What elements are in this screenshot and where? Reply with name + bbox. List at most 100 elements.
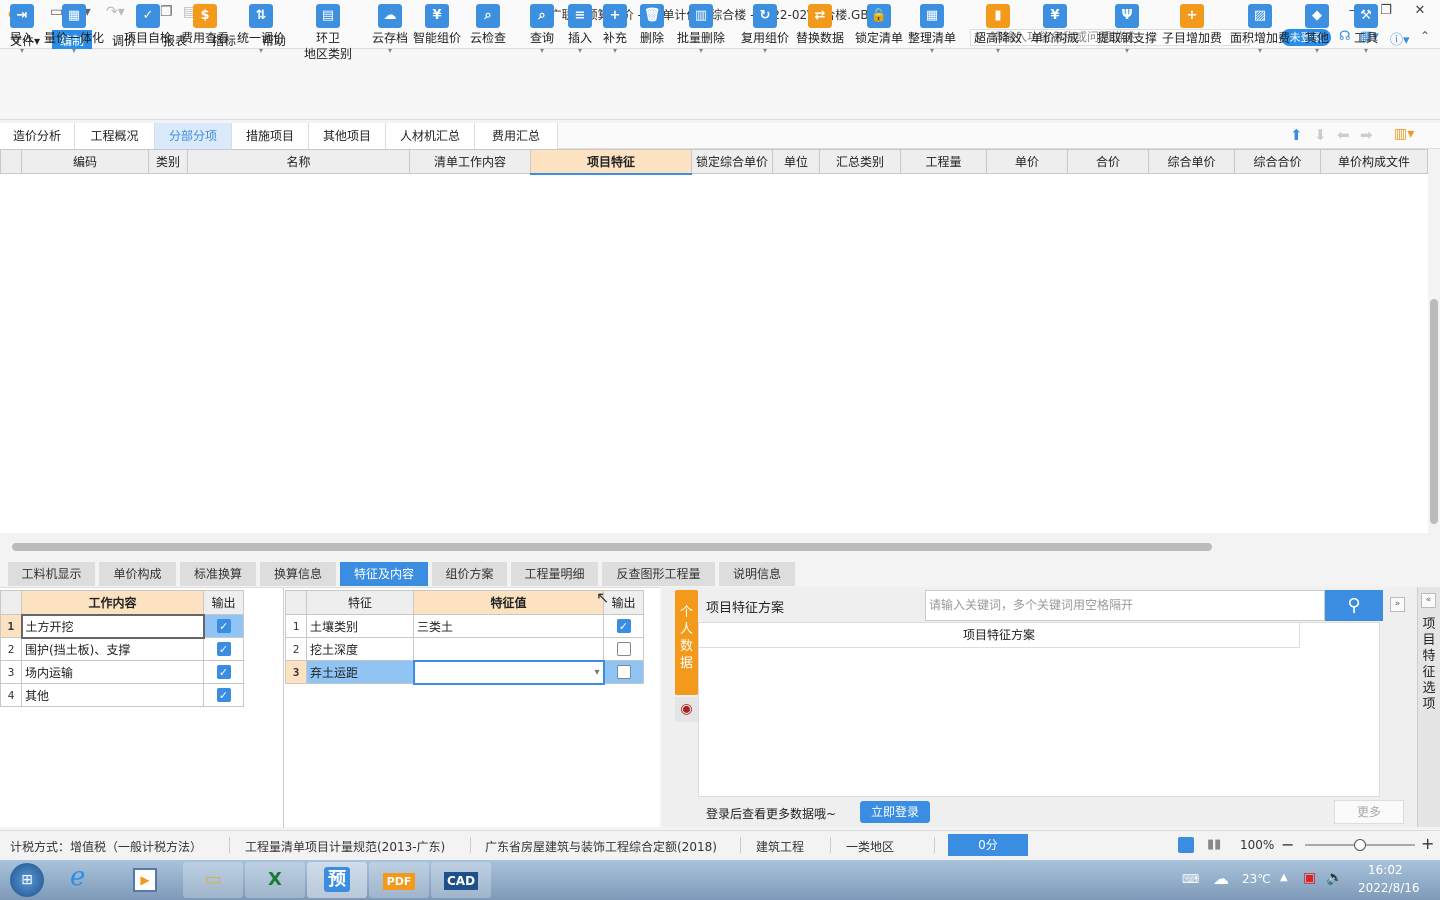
- col-header-price-file[interactable]: 单价构成文件: [1320, 149, 1428, 174]
- wc-output-cell[interactable]: ✓: [203, 614, 244, 638]
- work-content-row[interactable]: 1 土方开挖 ✓: [0, 613, 244, 639]
- ribbon-unified-price-button[interactable]: ⇅ 统一调价 ▾: [237, 4, 285, 56]
- ribbon-high-rise-button[interactable]: ▮ 超高降效 ▾: [974, 4, 1022, 56]
- dropdown-arrow-icon[interactable]: ▾: [1354, 46, 1378, 56]
- ribbon-fee-view-button[interactable]: $ 费用查看: [181, 4, 229, 46]
- volume-icon[interactable]: 🔈: [1326, 870, 1343, 886]
- wc-output-cell[interactable]: ✓: [203, 683, 244, 707]
- weather-temp[interactable]: 23℃: [1242, 872, 1271, 886]
- ribbon-replace-data-button[interactable]: ⇄ 替换数据: [796, 4, 844, 46]
- dropdown-arrow-icon[interactable]: ▾: [372, 46, 408, 56]
- ribbon-organize-button[interactable]: ▦ 整理清单 ▾: [908, 4, 956, 56]
- col-header-lock-price[interactable]: 锁定综合单价: [691, 149, 773, 174]
- project-category[interactable]: 建筑工程: [756, 838, 804, 855]
- ribbon-other-button[interactable]: ◆ 其他 ▾: [1305, 4, 1329, 56]
- work-content-row[interactable]: 4 其他 ✓: [0, 683, 244, 707]
- output-checkbox[interactable]: ✓: [216, 665, 231, 680]
- network-icon[interactable]: ▣: [1303, 870, 1316, 886]
- close-button[interactable]: ✕: [1405, 3, 1435, 18]
- scheme-search-input[interactable]: 请输入关键词，多个关键词用空格隔开: [925, 590, 1325, 621]
- view-split-icon[interactable]: ▮▮: [1207, 837, 1221, 852]
- ribbon-steel-support-button[interactable]: Ψ 提取钢支撑 ▾: [1097, 4, 1157, 56]
- feature-row[interactable]: 1 土壤类别 三类土 ✓: [285, 614, 644, 638]
- cad-icon[interactable]: CAD: [431, 862, 491, 898]
- dropdown-arrow-icon[interactable]: ▾: [741, 46, 789, 56]
- ribbon-self-check-button[interactable]: ✓ 项目自检: [124, 4, 172, 46]
- output-checkbox[interactable]: [616, 642, 631, 657]
- move-down-icon[interactable]: ⬇: [1314, 126, 1327, 144]
- start-button[interactable]: ⊞: [10, 863, 44, 897]
- ribbon-delete-button[interactable]: 🗑 删除: [640, 4, 664, 46]
- ie-icon[interactable]: e: [70, 862, 85, 892]
- feature-row[interactable]: 3 弃土运距 ▾: [285, 659, 644, 685]
- ribbon-unit-price-button[interactable]: ¥ 单价构成: [1031, 4, 1079, 46]
- wc-output-cell[interactable]: ✓: [203, 660, 244, 684]
- zoom-in-button[interactable]: +: [1421, 834, 1434, 853]
- excel-icon[interactable]: X: [245, 862, 305, 898]
- output-checkbox[interactable]: ✓: [616, 619, 631, 634]
- ft-label-cell[interactable]: 土壤类别: [306, 614, 414, 638]
- clock-date[interactable]: 2022/8/16: [1358, 881, 1420, 895]
- dropdown-arrow-icon[interactable]: ▾: [603, 46, 627, 56]
- grid-horizontal-scrollbar[interactable]: [0, 540, 1428, 554]
- wc-label-cell[interactable]: 围护(挡土板)、支撑: [21, 637, 204, 661]
- tab-2[interactable]: 分部分项: [155, 123, 232, 149]
- ribbon-supplement-button[interactable]: + 补充 ▾: [603, 4, 627, 56]
- dropdown-arrow-icon[interactable]: ▾: [1230, 46, 1290, 56]
- work-content-row[interactable]: 2 围护(挡土板)、支撑 ✓: [0, 637, 244, 661]
- ft-output-cell[interactable]: [603, 637, 644, 661]
- dropdown-arrow-icon[interactable]: ▾: [677, 46, 725, 56]
- ft-label-cell[interactable]: 弃土运距: [306, 660, 414, 684]
- dropdown-arrow-icon[interactable]: ▾: [1097, 46, 1157, 56]
- weather-icon[interactable]: ☁: [1213, 869, 1229, 888]
- wc-label-cell[interactable]: 土方开挖: [20, 613, 205, 639]
- clock-time[interactable]: 16:02: [1368, 863, 1403, 877]
- ribbon-tools-button[interactable]: ⚒ 工具 ▾: [1354, 4, 1378, 56]
- dropdown-arrow-icon[interactable]: ▾: [568, 46, 592, 56]
- budget-app-icon[interactable]: 预: [307, 862, 367, 898]
- zoom-slider-thumb[interactable]: [1354, 839, 1366, 851]
- ribbon-cloud-check-button[interactable]: ⌕ 云检查: [470, 4, 506, 46]
- feature-options-side-tab[interactable]: 项 目 特 征 选 项: [1421, 617, 1437, 713]
- output-checkbox[interactable]: [616, 665, 631, 680]
- detail-tab-5[interactable]: 组价方案: [432, 562, 509, 586]
- output-checkbox[interactable]: ✓: [216, 642, 231, 657]
- collapse-left-icon[interactable]: «: [1421, 593, 1436, 608]
- tray-expand-icon[interactable]: ▲: [1280, 872, 1288, 883]
- ft-output-cell[interactable]: ✓: [603, 614, 644, 638]
- login-now-button[interactable]: 立即登录: [860, 801, 930, 823]
- col-header-code[interactable]: 编码: [21, 149, 149, 174]
- grid-vertical-scrollbar[interactable]: [1428, 149, 1440, 539]
- score-badge[interactable]: 0分: [948, 834, 1028, 856]
- move-up-icon[interactable]: ⬆: [1290, 126, 1303, 144]
- ribbon-import-button[interactable]: ⇥ 导入 ▾: [10, 4, 34, 56]
- more-button[interactable]: 更多: [1334, 800, 1404, 824]
- zoom-slider[interactable]: [1305, 839, 1415, 851]
- ribbon-cloud-save-button[interactable]: ☁ 云存档 ▾: [372, 4, 408, 56]
- ribbon-query-button[interactable]: ⌕ 查询 ▾: [530, 4, 554, 56]
- ft-value-cell[interactable]: ▾: [412, 659, 605, 685]
- wc-label-cell[interactable]: 场内运输: [21, 660, 204, 684]
- detail-tab-3[interactable]: 换算信息: [260, 562, 338, 586]
- collapse-ribbon-icon[interactable]: ⌃: [1420, 29, 1430, 43]
- ribbon-region-button[interactable]: ▤ 环卫 地区类别: [304, 4, 352, 62]
- output-checkbox[interactable]: ✓: [216, 688, 231, 703]
- ribbon-quantity-price-button[interactable]: ▦ 量价一体化 ▾: [44, 4, 104, 56]
- detail-tab-8[interactable]: 说明信息: [719, 562, 797, 586]
- ft-label-cell[interactable]: 挖土深度: [306, 637, 414, 661]
- detail-tab-7[interactable]: 反查图形工程量: [602, 562, 717, 586]
- ft-value-cell[interactable]: 三类土: [413, 614, 604, 638]
- dropdown-arrow-icon[interactable]: ▾: [44, 46, 104, 56]
- tab-5[interactable]: 人材机汇总: [386, 123, 475, 149]
- detail-tab-0[interactable]: 工料机显示: [8, 562, 97, 586]
- media-player-icon[interactable]: ▶: [133, 868, 157, 892]
- col-header-item-features[interactable]: 项目特征: [530, 149, 692, 175]
- dropdown-arrow-icon[interactable]: ▾: [1305, 46, 1329, 56]
- dropdown-arrow-icon[interactable]: ▾: [974, 46, 1022, 56]
- personal-data-tab[interactable]: 个 人 数 据: [675, 590, 698, 695]
- ribbon-area-fee-button[interactable]: ▨ 面积增加费 ▾: [1230, 4, 1290, 56]
- region-type[interactable]: 一类地区: [846, 838, 894, 855]
- wc-label-cell[interactable]: 其他: [21, 683, 204, 707]
- dropdown-arrow-icon[interactable]: ▾: [530, 46, 554, 56]
- column-settings-icon[interactable]: ▥▾: [1394, 126, 1414, 142]
